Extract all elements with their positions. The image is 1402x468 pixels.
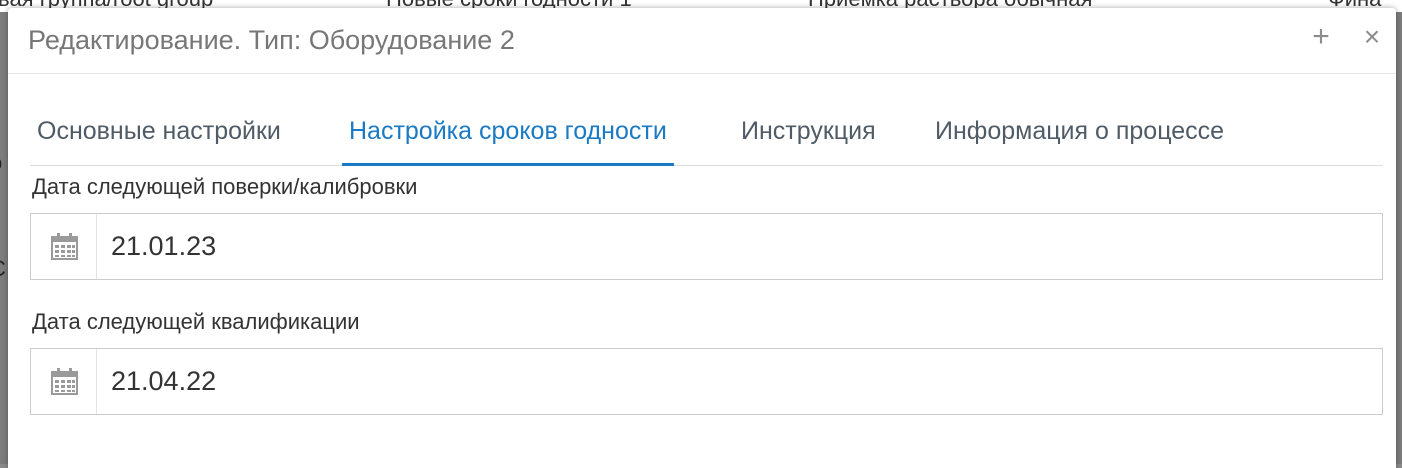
qualification-date-field: 21.04.22 xyxy=(30,348,1383,415)
background-row-text: о xyxy=(0,150,2,176)
add-icon[interactable]: + xyxy=(1304,20,1338,54)
calibration-date-input[interactable]: 21.01.23 xyxy=(111,214,1311,279)
calendar-icon xyxy=(51,368,78,395)
calibration-date-picker-button[interactable] xyxy=(31,214,97,279)
calibration-date-label: Дата следующей поверки/калибровки xyxy=(32,174,418,199)
dialog-title: Редактирование. Тип: Оборудование 2 xyxy=(28,25,515,55)
dialog-header: Редактирование. Тип: Оборудование 2 + × xyxy=(8,8,1396,74)
calendar-icon xyxy=(51,233,78,260)
edit-dialog: Редактирование. Тип: Оборудование 2 + × … xyxy=(8,8,1396,468)
tab-instruction[interactable]: Инструкция xyxy=(734,100,883,166)
close-icon[interactable]: × xyxy=(1355,20,1389,54)
tab-expiry-settings[interactable]: Настройка сроков годности xyxy=(342,100,674,166)
qualification-date-label: Дата следующей квалификации xyxy=(32,309,360,334)
calibration-date-field: 21.01.23 xyxy=(30,213,1383,280)
qualification-date-input[interactable]: 21.04.22 xyxy=(111,349,1311,414)
background-page-right-edge xyxy=(1396,12,1402,464)
tab-process-info[interactable]: Информация о процессе xyxy=(928,100,1231,166)
background-page-left-edge: о С xyxy=(0,12,8,464)
tab-bar: Основные настройки Настройка сроков годн… xyxy=(30,100,1383,166)
tab-main-settings[interactable]: Основные настройки xyxy=(30,100,288,166)
qualification-date-picker-button[interactable] xyxy=(31,349,97,414)
background-row-text: С xyxy=(0,256,6,282)
